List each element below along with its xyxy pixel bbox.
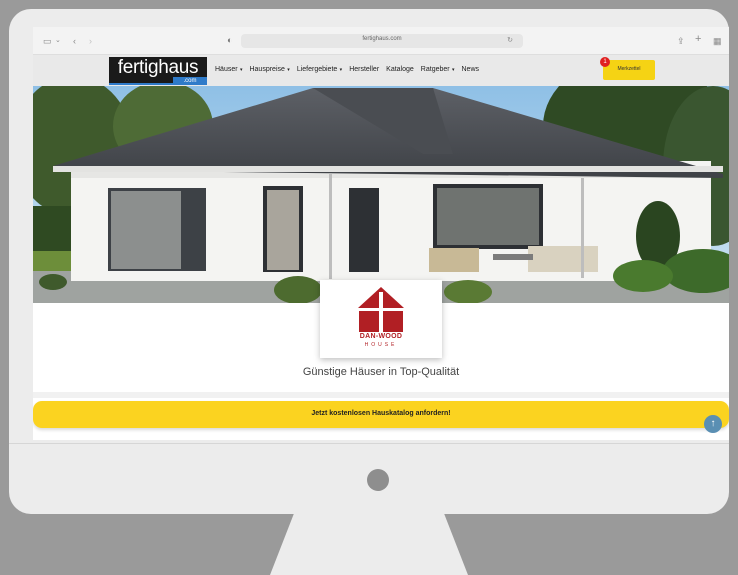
logo-text: fertighaus: [117, 57, 199, 78]
wishlist-button[interactable]: 1 Merkzettel: [600, 57, 655, 80]
monitor-logo-dot: [367, 469, 389, 491]
main-nav: Häuser ▾ Hauspreise ▾ Liefergebiete ▾ Herst…: [215, 66, 479, 73]
chevron-down-icon: ▾: [285, 67, 290, 73]
scroll-to-top-button[interactable]: ↑: [704, 415, 722, 433]
nav-item-liefergebiete[interactable]: Liefergebiete ▾: [297, 66, 342, 73]
browser-toolbar: ▭ ⌄ ‹ › ◐ fertighaus.com ↻ ⇪ + ▦: [33, 27, 729, 55]
section-divider: [33, 392, 729, 398]
chevron-right-icon[interactable]: ›: [89, 36, 92, 46]
hero-image: [33, 86, 729, 303]
chevron-down-icon: ▾: [450, 67, 455, 73]
brand-tagline: Günstige Häuser in Top-Qualität: [302, 366, 460, 378]
desktop-mockup: ▭ ⌄ ‹ › ◐ fertighaus.com ↻ ⇪ + ▦ fertigh…: [0, 0, 738, 575]
url-text: fertighaus.com: [362, 36, 402, 42]
tab-overview-icon[interactable]: ▦: [713, 36, 722, 46]
nav-item-label: Hersteller: [349, 66, 380, 73]
nav-item-label: Kataloge: [386, 66, 414, 73]
chevron-down-icon: ▾: [238, 67, 243, 73]
nav-item-hauspreise[interactable]: Hauspreise ▾: [249, 66, 289, 73]
sidebar-icon[interactable]: ▭: [43, 36, 52, 46]
address-bar[interactable]: fertighaus.com ↻: [241, 34, 523, 48]
logo-underline: [109, 83, 173, 85]
nav-item-häuser[interactable]: Häuser ▾: [215, 66, 242, 73]
brand-subname: HOUSE: [364, 342, 398, 348]
nav-item-label: Liefergebiete: [296, 66, 338, 73]
brand-name: DAN-WOOD: [359, 333, 403, 340]
catalog-cta-label: Jetzt kostenlosen Hauskatalog anfordern!: [311, 410, 451, 417]
chevron-down-icon: ▾: [338, 67, 343, 73]
danwood-house-logo-icon: [358, 287, 404, 332]
site-logo[interactable]: fertighaus .com: [109, 57, 207, 85]
screen: ▭ ⌄ ‹ › ◐ fertighaus.com ↻ ⇪ + ▦ fertigh…: [33, 27, 729, 440]
bungalow-house-illustration: [33, 86, 729, 303]
wishlist-label: Merkzettel: [617, 66, 641, 72]
nav-item-hersteller[interactable]: Hersteller: [349, 66, 379, 73]
nav-item-ratgeber[interactable]: Ratgeber ▾: [421, 66, 455, 73]
monitor-chin-divider: [9, 443, 729, 444]
site-header: fertighaus .com Häuser ▾ Hauspreise ▾ Lief…: [33, 55, 729, 86]
brand-logo-card[interactable]: DAN-WOOD HOUSE: [320, 280, 442, 358]
reload-icon[interactable]: ↻: [507, 36, 513, 44]
nav-item-label: News: [461, 66, 480, 73]
nav-item-kataloge[interactable]: Kataloge: [386, 66, 414, 73]
monitor-stand: [270, 514, 468, 575]
nav-item-label: Ratgeber: [420, 66, 450, 73]
sidebar-dropdown-icon[interactable]: ⌄: [55, 36, 61, 46]
new-tab-icon[interactable]: +: [695, 34, 701, 45]
catalog-cta-button[interactable]: Jetzt kostenlosen Hauskatalog anfordern!: [33, 401, 729, 428]
chevron-left-icon[interactable]: ‹: [73, 36, 76, 46]
shield-icon[interactable]: ◐: [227, 35, 232, 45]
nav-item-label: Häuser: [215, 66, 238, 73]
nav-item-news[interactable]: News: [462, 66, 480, 73]
share-icon[interactable]: ⇪: [677, 36, 685, 46]
nav-item-label: Hauspreise: [249, 66, 285, 73]
logo-domain: .com: [173, 77, 207, 85]
